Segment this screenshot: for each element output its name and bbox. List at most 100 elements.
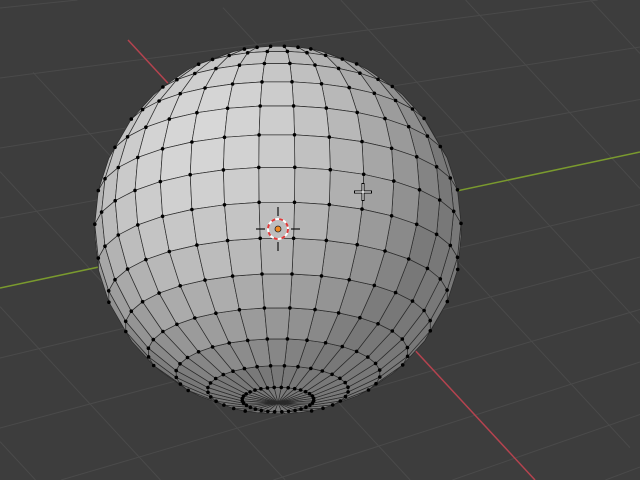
mesh-vertex: [340, 344, 345, 349]
mesh-face: [356, 208, 393, 252]
mesh-vertex: [392, 179, 396, 183]
mesh-vertex: [282, 44, 287, 49]
mesh-vertex: [214, 311, 218, 316]
mesh-face: [224, 201, 261, 241]
mesh-vertex: [438, 277, 443, 281]
mesh-vertex: [360, 139, 364, 144]
mesh-vertex: [405, 354, 410, 359]
mesh-vertex: [445, 288, 449, 292]
mesh-face: [227, 237, 263, 277]
mesh-vertex: [123, 319, 128, 324]
mesh-face: [258, 134, 296, 168]
mesh-face: [189, 136, 225, 176]
mesh-vertex: [262, 61, 267, 66]
mesh-vertex: [210, 345, 215, 349]
mesh-vertex: [136, 155, 140, 160]
mesh-vertex: [291, 236, 296, 241]
mesh-vertex: [193, 71, 197, 76]
mesh-vertex: [330, 403, 335, 407]
mesh-vertex: [257, 200, 261, 205]
mesh-vertex: [175, 77, 179, 82]
mesh-vertex: [196, 350, 201, 354]
mesh-vertex: [376, 77, 380, 82]
3d-viewport[interactable]: [0, 0, 640, 480]
mesh-face: [325, 204, 363, 246]
mesh-vertex: [268, 364, 273, 368]
mesh-vertex: [190, 140, 194, 144]
mesh-face: [361, 173, 395, 217]
mesh-vertex: [146, 355, 151, 359]
mesh-vertex: [422, 116, 426, 121]
mesh-vertex: [313, 307, 317, 312]
mesh-vertex: [210, 57, 215, 62]
mesh-vertex: [231, 369, 235, 374]
mesh-face: [263, 51, 291, 64]
mesh-vertex: [355, 242, 360, 247]
mesh-vertex: [116, 233, 121, 237]
mesh-vertex: [113, 198, 117, 203]
mesh-vertex: [272, 410, 277, 414]
mesh-vertex: [376, 322, 380, 326]
mesh-vertex: [361, 172, 366, 177]
mesh-face: [223, 167, 260, 206]
mesh-vertex: [203, 278, 207, 282]
mesh-vertex: [230, 82, 235, 86]
mesh-vertex: [140, 299, 145, 304]
mesh-vertex: [259, 408, 264, 413]
mesh-vertex: [206, 385, 210, 390]
mesh-vertex: [406, 257, 411, 261]
mesh-face: [291, 237, 327, 277]
mesh-face: [259, 81, 294, 107]
mesh-vertex: [390, 329, 395, 333]
mesh-vertex: [125, 267, 130, 271]
mesh-vertex: [383, 116, 387, 121]
mesh-vertex: [309, 366, 313, 371]
mesh-vertex: [242, 47, 247, 51]
mesh-vertex: [414, 222, 419, 227]
mesh-vertex: [167, 117, 172, 121]
mesh-face: [159, 174, 193, 217]
mesh-vertex: [428, 329, 433, 333]
mesh-vertex: [389, 146, 394, 151]
mesh-vertex: [242, 366, 247, 371]
mesh-face: [227, 81, 263, 109]
mesh-vertex: [425, 134, 430, 138]
mesh-vertex: [255, 45, 259, 50]
mesh-vertex: [347, 85, 352, 90]
mesh-vertex: [136, 223, 140, 227]
mesh-vertex: [209, 395, 213, 399]
mesh-vertex: [282, 364, 287, 368]
mesh-vertex: [248, 390, 252, 394]
mesh-face: [258, 105, 295, 136]
mesh-vertex: [133, 188, 137, 193]
mesh-vertex: [354, 349, 359, 354]
mesh-vertex: [400, 363, 405, 367]
mesh-vertex: [253, 388, 257, 392]
mesh-vertex: [292, 200, 297, 205]
mesh-vertex: [144, 125, 148, 129]
mesh-vertex: [290, 272, 294, 276]
mesh-vertex: [124, 329, 128, 334]
mesh-vertex: [455, 267, 460, 272]
mesh-face: [258, 166, 296, 203]
mesh-vertex: [195, 110, 199, 115]
mesh-face: [293, 105, 330, 138]
mesh-vertex: [248, 405, 253, 410]
mesh-vertex: [328, 167, 333, 172]
mesh-vertex: [320, 369, 325, 373]
mesh-face: [189, 169, 225, 210]
mesh-vertex: [262, 306, 267, 310]
mesh-vertex: [266, 409, 270, 414]
mesh-face: [294, 134, 331, 171]
mesh-vertex: [227, 341, 231, 345]
mesh-vertex: [410, 299, 415, 303]
mesh-vertex: [140, 107, 145, 112]
mesh-vertex: [327, 202, 332, 207]
mesh-vertex: [129, 117, 134, 121]
mesh-vertex: [428, 318, 433, 323]
mesh-vertex: [257, 133, 261, 137]
mesh-face: [264, 307, 291, 340]
mesh-vertex: [417, 188, 422, 192]
mesh-vertex: [406, 124, 411, 129]
mesh-vertex: [280, 410, 284, 414]
